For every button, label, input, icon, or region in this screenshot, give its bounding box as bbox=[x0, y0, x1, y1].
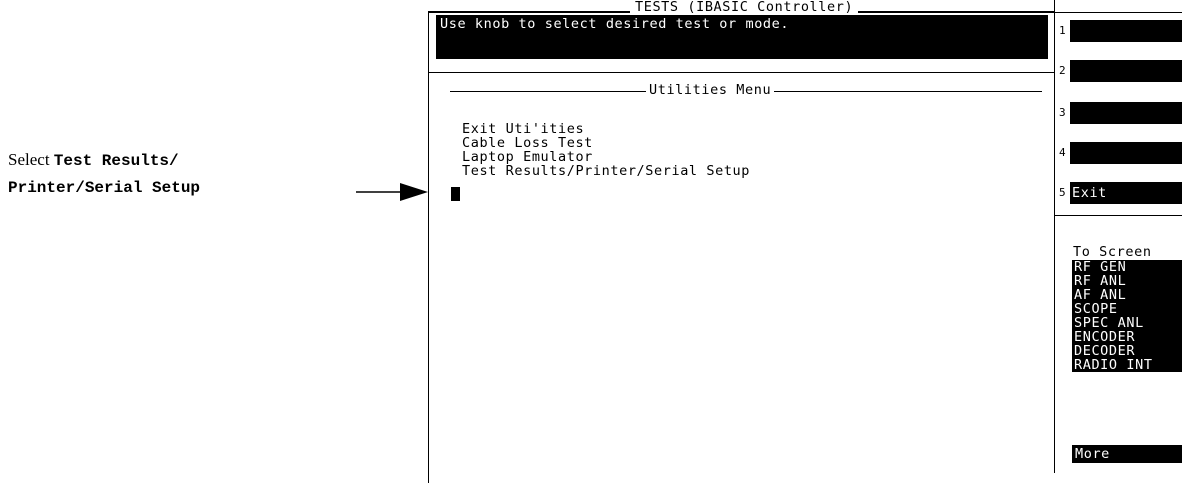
softkey-button[interactable] bbox=[1070, 142, 1182, 164]
softkey-number: 5 bbox=[1059, 186, 1067, 199]
to-screen-scope[interactable]: SCOPE bbox=[1072, 302, 1182, 316]
message-divider bbox=[428, 72, 1054, 73]
softkey-number: 4 bbox=[1059, 146, 1067, 159]
to-screen-spec-anl[interactable]: SPEC ANL bbox=[1072, 316, 1182, 330]
callout-line-1: Select Test Results/ bbox=[8, 147, 200, 174]
callout-line-2: Printer/Serial Setup bbox=[8, 174, 200, 201]
callout-prefix: Select bbox=[8, 150, 54, 169]
callout-bold-1: Test Results/ bbox=[53, 152, 179, 170]
menu-item-cable-loss-test[interactable]: Cable Loss Test bbox=[462, 136, 750, 150]
softkey-number: 1 bbox=[1059, 24, 1067, 37]
to-screen-list: RF GEN RF ANL AF ANL SCOPE SPEC ANL ENCO… bbox=[1072, 260, 1182, 372]
to-screen-rf-gen[interactable]: RF GEN bbox=[1072, 260, 1182, 274]
to-screen-af-anl[interactable]: AF ANL bbox=[1072, 288, 1182, 302]
softkey-number: 3 bbox=[1059, 106, 1067, 119]
message-box: Use knob to select desired test or mode. bbox=[436, 15, 1048, 59]
menu-heading-text: Utilities Menu bbox=[646, 82, 775, 98]
to-screen-radio-int[interactable]: RADIO INT bbox=[1072, 358, 1182, 372]
menu-item-test-results-printer-serial-setup[interactable]: Test Results/Printer/Serial Setup bbox=[462, 164, 750, 178]
softkey-3[interactable]: 3 bbox=[1056, 102, 1182, 124]
callout-annotation: Select Test Results/ Printer/Serial Setu… bbox=[8, 147, 200, 201]
to-screen-decoder[interactable]: DECODER bbox=[1072, 344, 1182, 358]
softkey-label: Exit bbox=[1072, 185, 1107, 201]
utilities-menu-heading: Utilities Menu bbox=[450, 82, 1042, 98]
utilities-menu-list: Exit Uti'ities Cable Loss Test Laptop Em… bbox=[462, 122, 750, 178]
softkey-5-exit[interactable]: 5 Exit bbox=[1056, 182, 1182, 204]
to-screen-label: To Screen bbox=[1073, 244, 1152, 260]
softkey-number: 2 bbox=[1059, 64, 1067, 77]
menu-item-exit-utilities[interactable]: Exit Uti'ities bbox=[462, 122, 750, 136]
softkey-4[interactable]: 4 bbox=[1056, 142, 1182, 164]
exit-button[interactable]: Exit bbox=[1070, 182, 1182, 204]
more-label: More bbox=[1075, 446, 1110, 462]
softkey-button[interactable] bbox=[1070, 60, 1182, 82]
softkey-button[interactable] bbox=[1070, 20, 1182, 42]
softkey-section-divider bbox=[1054, 215, 1182, 216]
menu-item-laptop-emulator[interactable]: Laptop Emulator bbox=[462, 150, 750, 164]
to-screen-encoder[interactable]: ENCODER bbox=[1072, 330, 1182, 344]
more-button[interactable]: More bbox=[1072, 445, 1182, 463]
to-screen-rf-anl[interactable]: RF ANL bbox=[1072, 274, 1182, 288]
softkey-2[interactable]: 2 bbox=[1056, 60, 1182, 82]
softkey-divider bbox=[1054, 0, 1055, 473]
softkey-button[interactable] bbox=[1070, 102, 1182, 124]
callout-bold-2: Printer/Serial Setup bbox=[8, 179, 201, 197]
arrow-right-icon bbox=[356, 183, 428, 201]
softkey-1[interactable]: 1 bbox=[1056, 20, 1182, 42]
message-text: Use knob to select desired test or mode. bbox=[440, 16, 790, 32]
selection-cursor bbox=[451, 187, 460, 201]
screen-title-bar: TESTS (IBASIC Controller) bbox=[428, 0, 1054, 14]
screen-title: TESTS (IBASIC Controller) bbox=[630, 0, 859, 14]
